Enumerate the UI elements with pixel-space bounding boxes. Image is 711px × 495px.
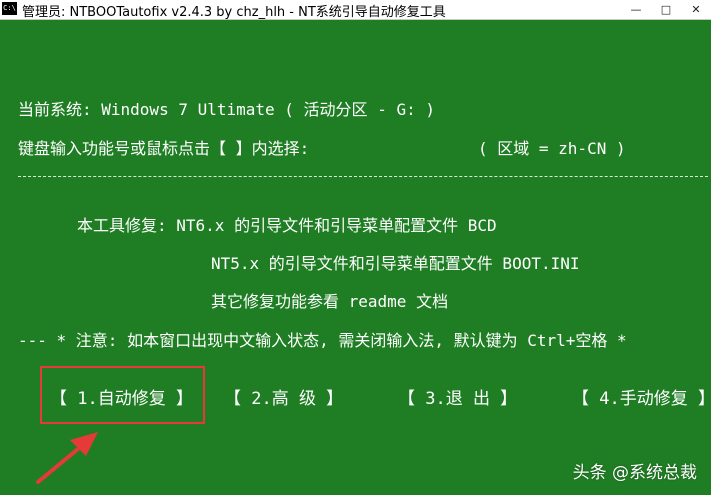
- minimize-button[interactable]: —: [625, 2, 647, 18]
- close-button[interactable]: ✕: [685, 2, 707, 18]
- region-line: ( 区域 = zh-CN ): [478, 139, 626, 158]
- prompt-line: 键盘输入功能号或鼠标点击【 】内选择:: [18, 139, 310, 158]
- repair-line-other: 其它修复功能参看 readme 文档: [211, 292, 449, 311]
- note-line: --- * 注意: 如本窗口出现中文输入状态, 需关闭输入法, 默认键为 Ctr…: [18, 331, 627, 350]
- highlight-box: [40, 366, 205, 424]
- window-controls: — □ ✕: [625, 0, 707, 19]
- cmd-icon: C:\: [2, 2, 17, 15]
- separator-line: [18, 176, 708, 177]
- advanced-option[interactable]: 【 2.高 级 】: [224, 388, 343, 410]
- exit-option[interactable]: 【 3.退 出 】: [398, 388, 517, 410]
- current-system-line: 当前系统: Windows 7 Ultimate ( 活动分区 - G: ): [18, 100, 435, 119]
- maximize-button[interactable]: □: [655, 2, 677, 18]
- window-title: 管理员: NTBOOTautofix v2.4.3 by chz_hlh - N…: [22, 5, 446, 20]
- title-bar: C:\ 管理员: NTBOOTautofix v2.4.3 by chz_hlh…: [0, 0, 711, 20]
- watermark: 头条 @系统总裁: [572, 463, 697, 483]
- repair-line-nt5: NT5.x 的引导文件和引导菜单配置文件 BOOT.INI: [211, 254, 580, 273]
- repair-line-nt6: 本工具修复: NT6.x 的引导文件和引导菜单配置文件 BCD: [77, 216, 497, 235]
- manual-repair-option[interactable]: 【 4.手动修复 】: [572, 388, 711, 410]
